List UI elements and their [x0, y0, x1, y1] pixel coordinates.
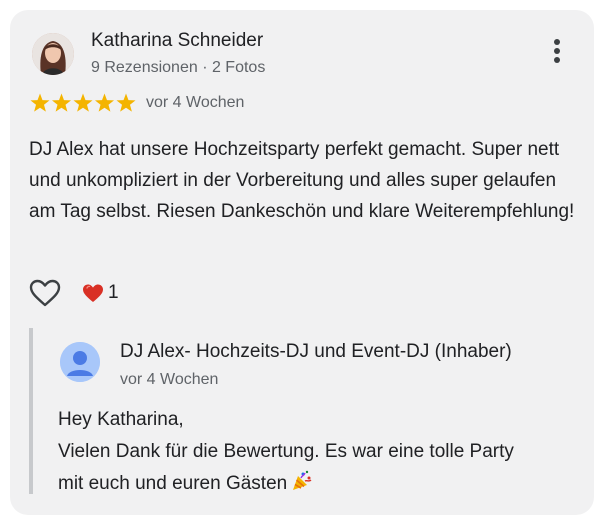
reviewer-photo — [32, 33, 74, 75]
reviewer-avatar[interactable] — [32, 33, 74, 75]
owner-avatar[interactable] — [60, 342, 100, 382]
heart-outline-icon — [29, 279, 61, 307]
default-avatar-icon — [60, 342, 100, 382]
star-icon — [73, 93, 93, 112]
owner-name[interactable]: DJ Alex- Hochzeits-DJ und Event-DJ (Inha… — [120, 341, 512, 363]
review-card: Katharina Schneider 9 Rezensionen · 2 Fo… — [10, 10, 594, 515]
star-icon — [30, 93, 50, 112]
reviewer-name[interactable]: Katharina Schneider — [91, 30, 263, 52]
like-button[interactable] — [28, 278, 62, 308]
review-date: vor 4 Wochen — [146, 94, 245, 111]
more-vert-icon — [554, 39, 560, 45]
red-heart-icon — [83, 284, 103, 302]
reply-text: Hey Katharina, Vielen Dank für die Bewer… — [58, 404, 578, 500]
reply-date: vor 4 Wochen — [120, 371, 219, 388]
reply-line-3-wrap: mit euch und euren Gästen — [58, 468, 578, 500]
more-options-button[interactable] — [542, 36, 572, 66]
review-text: DJ Alex hat unsere Hochzeitsparty perfek… — [29, 139, 575, 222]
reaction-chip[interactable]: 1 — [82, 280, 119, 306]
more-vert-dot — [554, 57, 560, 63]
owner-reply: DJ Alex- Hochzeits-DJ und Event-DJ (Inha… — [29, 328, 583, 494]
more-vert-dot — [554, 48, 560, 54]
star-icon — [116, 93, 136, 112]
star-icon — [51, 93, 72, 112]
party-popper-icon — [293, 470, 312, 490]
star-icon — [94, 93, 115, 112]
star-rating — [29, 92, 139, 114]
reviewer-meta: 9 Rezensionen · 2 Fotos — [91, 59, 266, 76]
reply-greeting: Hey Katharina, — [58, 409, 184, 430]
reaction-count: 1 — [108, 282, 119, 303]
reply-line-3: mit euch und euren Gästen — [58, 473, 288, 494]
reply-line-2: Vielen Dank für die Bewertung. Es war ei… — [58, 441, 514, 462]
